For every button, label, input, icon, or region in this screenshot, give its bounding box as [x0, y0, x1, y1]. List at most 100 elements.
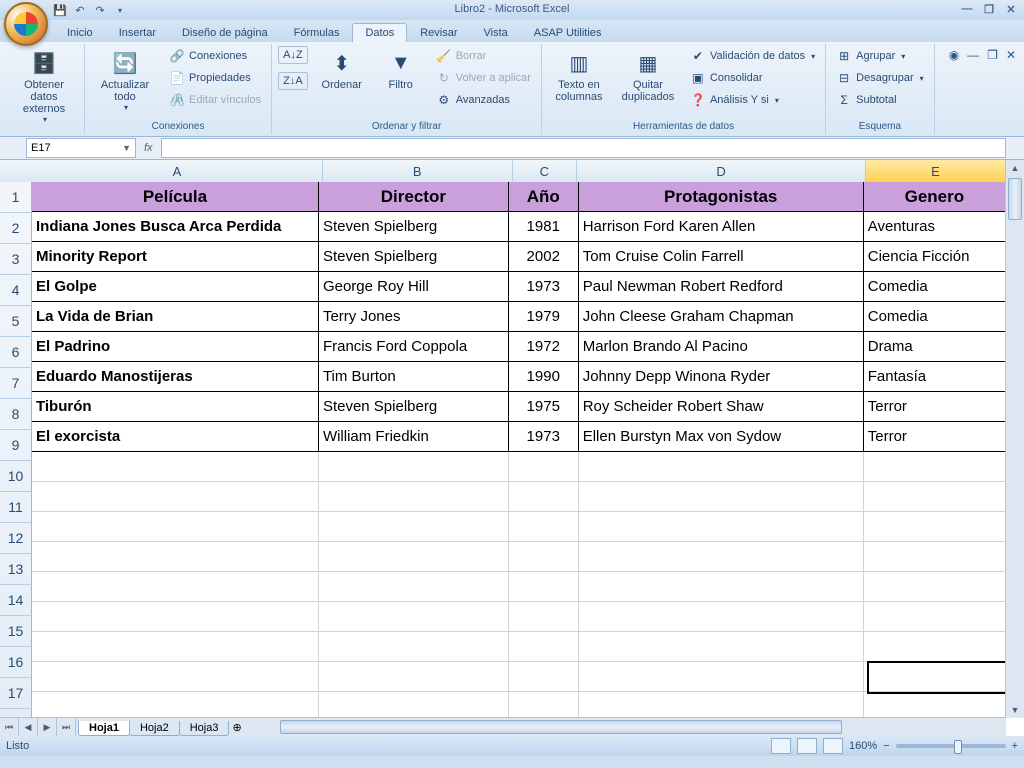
row-header-16[interactable]: 16: [0, 647, 32, 678]
cell[interactable]: [864, 632, 1006, 662]
cell[interactable]: 1981: [509, 212, 579, 242]
row-header-1[interactable]: 1: [0, 182, 32, 213]
vertical-scrollbar[interactable]: ▲ ▼: [1005, 160, 1024, 718]
zoom-level[interactable]: 160%: [849, 740, 877, 752]
cell[interactable]: [319, 452, 509, 482]
cell[interactable]: El exorcista: [32, 422, 319, 452]
cell[interactable]: [509, 572, 579, 602]
cell[interactable]: [579, 632, 864, 662]
qat-more-icon[interactable]: ▾: [112, 2, 128, 18]
cell[interactable]: Eduardo Manostijeras: [32, 362, 319, 392]
horizontal-scrollbar[interactable]: [262, 718, 1006, 736]
cell[interactable]: Paul Newman Robert Redford: [579, 272, 864, 302]
cell[interactable]: Aventuras: [864, 212, 1006, 242]
row-header-5[interactable]: 5: [0, 306, 32, 337]
properties-button[interactable]: 📄Propiedades: [165, 68, 265, 88]
cell[interactable]: [319, 482, 509, 512]
close-button[interactable]: ✕: [1002, 2, 1020, 16]
cell[interactable]: Minority Report: [32, 242, 319, 272]
help-icon[interactable]: ◉: [949, 48, 959, 62]
formula-input[interactable]: [161, 138, 1006, 158]
view-pagebreak-button[interactable]: [823, 738, 843, 754]
cell[interactable]: Terry Jones: [319, 302, 509, 332]
cell[interactable]: Johnny Depp Winona Ryder: [579, 362, 864, 392]
cell[interactable]: [864, 512, 1006, 542]
cell[interactable]: Steven Spielberg: [319, 392, 509, 422]
cell[interactable]: El Golpe: [32, 272, 319, 302]
cell[interactable]: Tiburón: [32, 392, 319, 422]
doc-restore[interactable]: ❐: [987, 48, 998, 62]
advanced-filter-button[interactable]: ⚙Avanzadas: [432, 90, 535, 110]
col-header-A[interactable]: A: [32, 160, 323, 182]
save-icon[interactable]: 💾: [52, 2, 68, 18]
cell[interactable]: 1990: [509, 362, 579, 392]
zoom-slider[interactable]: [896, 744, 1006, 748]
refresh-all-button[interactable]: 🔄 Actualizar todo▾: [91, 46, 159, 115]
cell[interactable]: Ciencia Ficción: [864, 242, 1006, 272]
cell[interactable]: George Roy Hill: [319, 272, 509, 302]
whatif-button[interactable]: ❓Análisis Y si▾: [686, 90, 819, 110]
cell[interactable]: [579, 482, 864, 512]
cell[interactable]: [579, 692, 864, 718]
cell[interactable]: [319, 692, 509, 718]
cell[interactable]: Francis Ford Coppola: [319, 332, 509, 362]
tab-diseño-de-página[interactable]: Diseño de página: [169, 23, 281, 42]
row-header-2[interactable]: 2: [0, 213, 32, 244]
group-button[interactable]: ⊞Agrupar▾: [832, 46, 928, 66]
cell[interactable]: Tim Burton: [319, 362, 509, 392]
external-data-button[interactable]: 🗄️ Obtener datos externos▾: [10, 46, 78, 127]
undo-icon[interactable]: ↶: [72, 2, 88, 18]
remove-dup-button[interactable]: ▦ Quitar duplicados: [616, 46, 680, 106]
cell[interactable]: [864, 572, 1006, 602]
cell[interactable]: John Cleese Graham Chapman: [579, 302, 864, 332]
row-header-8[interactable]: 8: [0, 399, 32, 430]
cell-grid[interactable]: PelículaDirectorAñoProtagonistasGeneroIn…: [32, 182, 1006, 718]
tab-fórmulas[interactable]: Fórmulas: [281, 23, 353, 42]
row-header-13[interactable]: 13: [0, 554, 32, 585]
sheet-tab-hoja2[interactable]: Hoja2: [129, 721, 180, 736]
tab-revisar[interactable]: Revisar: [407, 23, 470, 42]
cell[interactable]: William Friedkin: [319, 422, 509, 452]
cell[interactable]: Director: [319, 182, 509, 212]
sort-asc-button[interactable]: A↓Z: [278, 46, 308, 64]
scroll-down-icon[interactable]: ▼: [1006, 702, 1024, 718]
cell[interactable]: [864, 662, 1006, 692]
cell[interactable]: Fantasía: [864, 362, 1006, 392]
cell[interactable]: [579, 512, 864, 542]
ungroup-button[interactable]: ⊟Desagrupar▾: [832, 68, 928, 88]
cell[interactable]: [864, 482, 1006, 512]
cell[interactable]: Steven Spielberg: [319, 212, 509, 242]
cell[interactable]: [509, 692, 579, 718]
cell[interactable]: 1979: [509, 302, 579, 332]
cell[interactable]: [509, 482, 579, 512]
minimize-button[interactable]: —: [958, 2, 976, 16]
sort-desc-button[interactable]: Z↓A: [278, 72, 308, 90]
cell[interactable]: [32, 602, 319, 632]
col-header-D[interactable]: D: [577, 160, 866, 182]
tab-asap-utilities[interactable]: ASAP Utilities: [521, 23, 615, 42]
col-header-E[interactable]: E: [866, 160, 1006, 182]
cell[interactable]: [32, 692, 319, 718]
cell[interactable]: Protagonistas: [579, 182, 864, 212]
cell[interactable]: [509, 632, 579, 662]
row-header-9[interactable]: 9: [0, 430, 32, 461]
cell[interactable]: Terror: [864, 392, 1006, 422]
redo-icon[interactable]: ↷: [92, 2, 108, 18]
cell[interactable]: [319, 632, 509, 662]
col-header-C[interactable]: C: [513, 160, 578, 182]
cell[interactable]: [509, 452, 579, 482]
cell[interactable]: [32, 572, 319, 602]
hscroll-thumb[interactable]: [280, 720, 842, 734]
row-header-17[interactable]: 17: [0, 678, 32, 709]
cell[interactable]: [32, 662, 319, 692]
cell[interactable]: [319, 572, 509, 602]
cell[interactable]: [509, 512, 579, 542]
cell[interactable]: [509, 602, 579, 632]
cell[interactable]: Terror: [864, 422, 1006, 452]
cell[interactable]: [864, 542, 1006, 572]
office-button[interactable]: [4, 2, 48, 46]
connections-button[interactable]: 🔗Conexiones: [165, 46, 265, 66]
cell[interactable]: La Vida de Brian: [32, 302, 319, 332]
tab-datos[interactable]: Datos: [352, 23, 407, 42]
cell[interactable]: [579, 542, 864, 572]
